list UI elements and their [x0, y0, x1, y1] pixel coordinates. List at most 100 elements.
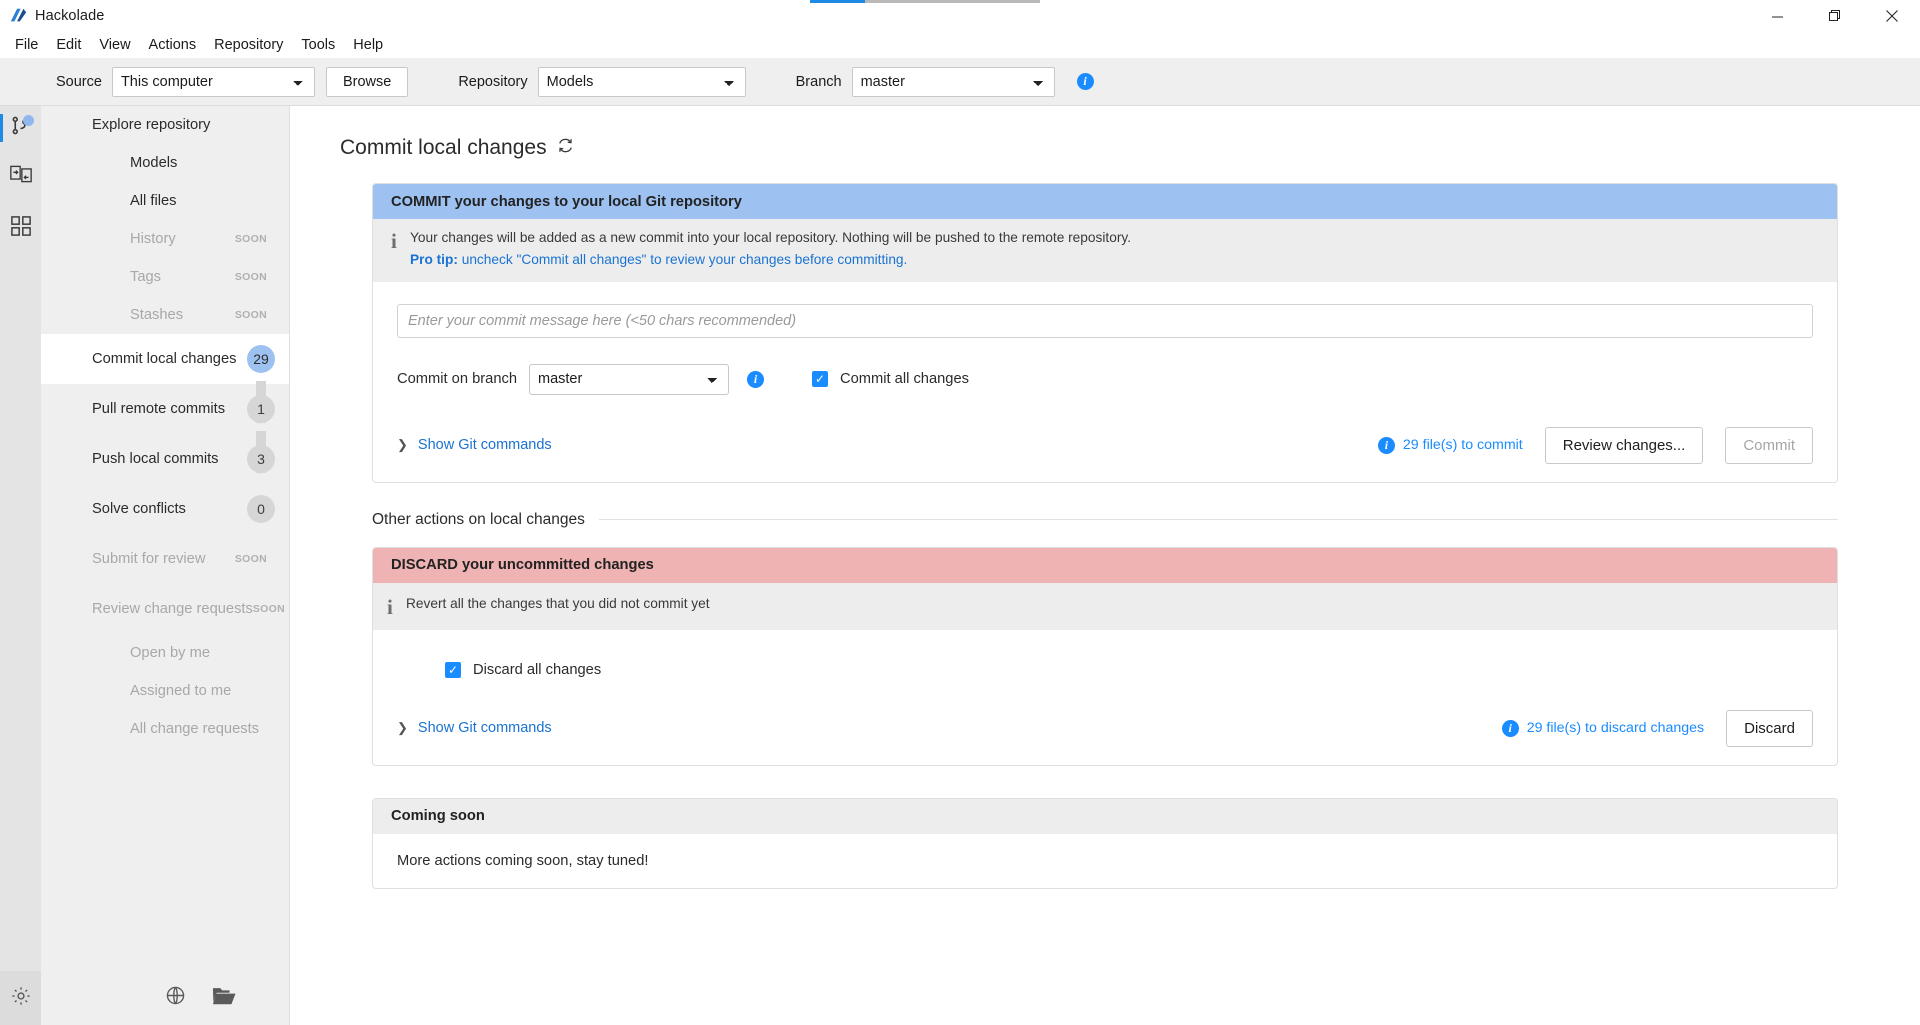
discard-show-git-commands[interactable]: ❯ Show Git commands — [397, 720, 552, 736]
globe-icon[interactable] — [165, 985, 186, 1011]
sidebar-item-label: Assigned to me — [130, 683, 232, 699]
info-icon: i — [1501, 719, 1519, 737]
menu-item-actions[interactable]: Actions — [140, 33, 206, 57]
sidebar-footer — [41, 971, 290, 1025]
menu-bar: File Edit View Actions Repository Tools … — [0, 32, 1920, 58]
discard-all-changes-label: Discard all changes — [473, 661, 602, 678]
commit-card-body: Commit on branch master i ✓ Commit all c… — [373, 282, 1837, 482]
commit-branch-select[interactable]: master — [529, 363, 729, 395]
menu-item-tools[interactable]: Tools — [292, 33, 344, 57]
page-title: Commit local changes — [340, 136, 1920, 160]
sidebar-item-label: Explore repository — [92, 117, 211, 133]
discard-all-changes-checkbox[interactable]: ✓ — [445, 661, 461, 678]
review-changes-button[interactable]: Review changes... — [1544, 426, 1704, 464]
protip-text: uncheck "Commit all changes" to review y… — [457, 252, 908, 268]
sidebar-item-stashes: Stashes SOON — [41, 296, 289, 334]
repository-sidebar: Explore repository Models All files Hist… — [41, 106, 290, 1025]
branch-select[interactable]: master — [851, 66, 1055, 97]
info-icon: i — [1377, 436, 1395, 454]
discard-show-git-commands-label: Show Git commands — [417, 720, 552, 737]
commit-card: COMMIT your changes to your local Git re… — [372, 183, 1838, 483]
browse-button[interactable]: Browse — [325, 66, 409, 97]
pull-count-badge: 1 — [247, 395, 275, 423]
transfer-icon — [9, 164, 32, 189]
icon-rail — [0, 106, 41, 1025]
discard-info-line: Revert all the changes that you did not … — [406, 595, 710, 611]
sidebar-item-open-by-me: Open by me — [41, 634, 289, 672]
source-label: Source — [56, 73, 102, 90]
sidebar-item-explore-repository[interactable]: Explore repository — [41, 106, 289, 144]
other-actions-title: Other actions on local changes — [372, 510, 585, 528]
push-count-badge: 3 — [247, 445, 275, 473]
chevron-right-icon: ❯ — [397, 437, 408, 453]
conflicts-count-badge: 0 — [247, 495, 275, 523]
page-title-text: Commit local changes — [340, 136, 547, 159]
commit-show-git-commands[interactable]: ❯ Show Git commands — [397, 437, 552, 453]
discard-card: DISCARD your uncommitted changes i Rever… — [372, 546, 1838, 766]
window-title: Hackolade — [35, 8, 105, 24]
menu-item-help[interactable]: Help — [344, 33, 392, 57]
commit-message-input[interactable] — [397, 303, 1813, 338]
menu-item-view[interactable]: View — [90, 33, 139, 57]
sidebar-item-push-local-commits[interactable]: Push local commits 3 — [41, 434, 289, 484]
sidebar-item-tags: Tags SOON — [41, 258, 289, 296]
sidebar-item-assigned-to-me: Assigned to me — [41, 672, 289, 710]
folder-open-icon[interactable] — [212, 985, 236, 1011]
commit-all-changes-label: Commit all changes — [840, 371, 969, 388]
commit-all-changes-checkbox[interactable]: ✓ — [812, 371, 828, 388]
commit-info-line: Your changes will be added as a new comm… — [410, 230, 1132, 245]
sidebar-item-label: All files — [130, 193, 177, 209]
protip-label: Pro tip: — [410, 252, 458, 268]
soon-badge: SOON — [252, 603, 285, 615]
hackolade-logo-icon — [0, 7, 27, 25]
repository-label: Repository — [458, 73, 528, 90]
source-select[interactable]: This computer — [111, 66, 315, 97]
minimize-icon[interactable] — [1749, 0, 1806, 32]
discard-button[interactable]: Discard — [1726, 709, 1813, 747]
commit-file-count: i 29 file(s) to commit — [1377, 436, 1523, 454]
menu-item-edit[interactable]: Edit — [47, 33, 90, 57]
sidebar-item-commit-local-changes[interactable]: Commit local changes 29 — [41, 334, 289, 384]
commit-branch-info-icon[interactable]: i — [747, 370, 764, 388]
branch-label: Branch — [795, 73, 842, 90]
rail-item-transfer[interactable] — [0, 150, 41, 202]
maximize-icon[interactable] — [1806, 0, 1863, 32]
commit-branch-row: Commit on branch master i ✓ Commit all c… — [397, 363, 1813, 395]
rail-item-grid[interactable] — [0, 202, 41, 254]
discard-file-count-label: 29 file(s) to discard changes — [1526, 720, 1705, 737]
commit-branch-label: Commit on branch — [397, 371, 517, 388]
discard-actions-row: ❯ Show Git commands i 29 file(s) to disc… — [397, 709, 1813, 747]
sidebar-item-pull-remote-commits[interactable]: Pull remote commits 1 — [41, 384, 289, 434]
refresh-icon[interactable] — [557, 136, 574, 160]
repository-toolbar: Source This computer Browse Repository M… — [0, 58, 1920, 106]
close-icon[interactable] — [1863, 0, 1920, 32]
title-bar: Hackolade — [0, 0, 1920, 32]
info-icon[interactable]: i — [1076, 73, 1094, 90]
sidebar-item-all-files[interactable]: All files — [41, 182, 289, 220]
soon-badge: SOON — [234, 309, 267, 321]
sidebar-item-label: Tags — [130, 269, 162, 285]
discard-file-count: i 29 file(s) to discard changes — [1501, 719, 1705, 737]
menu-item-repository[interactable]: Repository — [205, 33, 292, 57]
repository-select[interactable]: Models — [537, 66, 746, 97]
menu-item-file[interactable]: File — [6, 33, 47, 57]
rail-notification-badge — [23, 115, 34, 126]
commit-show-git-commands-label: Show Git commands — [417, 437, 552, 454]
app-body: Explore repository Models All files Hist… — [0, 106, 1920, 1025]
soon-badge: SOON — [234, 553, 267, 565]
sidebar-item-label: All change requests — [130, 721, 260, 737]
sidebar-item-all-change-requests: All change requests — [41, 710, 289, 748]
sidebar-item-submit-for-review: Submit for review SOON — [41, 534, 289, 584]
gear-icon — [10, 985, 32, 1012]
settings-button[interactable] — [0, 971, 41, 1025]
commit-button[interactable]: Commit — [1725, 426, 1813, 464]
coming-soon-header: Coming soon — [373, 798, 1837, 834]
sidebar-item-label: History — [130, 231, 176, 247]
info-i-icon: i — [391, 229, 397, 253]
grid-icon — [10, 215, 31, 241]
commit-file-count-label: 29 file(s) to commit — [1402, 437, 1523, 454]
sidebar-item-history: History SOON — [41, 220, 289, 258]
sidebar-item-solve-conflicts[interactable]: Solve conflicts 0 — [41, 484, 289, 534]
rail-item-git-branch[interactable] — [0, 106, 41, 150]
sidebar-item-models[interactable]: Models — [41, 144, 289, 182]
